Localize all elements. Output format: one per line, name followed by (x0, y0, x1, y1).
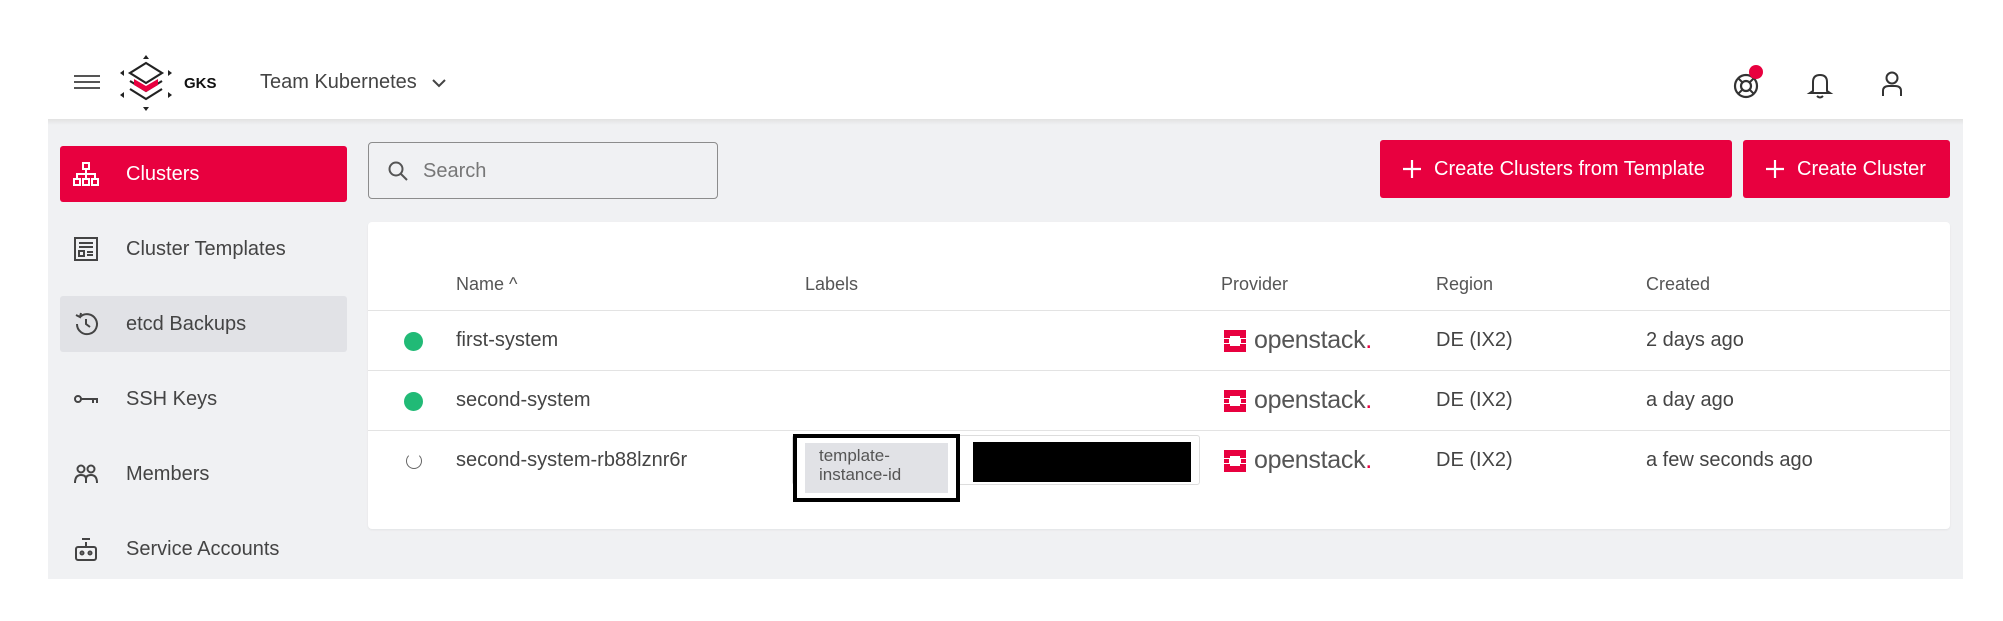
clusters-table: Name ^ Labels Provider Region Created fi… (368, 222, 1950, 529)
label-chip[interactable]: template-instance-id (793, 434, 960, 502)
table-row[interactable]: second-system-rb88lznr6r template-instan… (368, 430, 1950, 502)
chevron-down-icon (432, 78, 446, 87)
openstack-logo-icon (1224, 389, 1246, 412)
provider-openstack: openstack. (1222, 326, 1372, 355)
provider-name: openstack (1254, 326, 1366, 354)
sidebar-item-ssh-keys[interactable]: SSH Keys (60, 371, 347, 427)
sidebar-item-label: Cluster Templates (126, 237, 286, 260)
create-cluster-button[interactable]: Create Cluster (1743, 140, 1950, 198)
project-selector[interactable]: Team Kubernetes (260, 71, 447, 94)
plus-icon (1766, 160, 1784, 178)
template-icon (74, 237, 98, 261)
column-header-labels: Labels (805, 274, 859, 294)
project-name: Team Kubernetes (260, 71, 417, 93)
key-icon (74, 395, 98, 403)
sidebar-item-members[interactable]: Members (60, 446, 347, 502)
cluster-region: DE (IX2) (1436, 449, 1513, 471)
cluster-name: second-system-rb88lznr6r (456, 449, 688, 471)
notification-dot (1749, 65, 1763, 79)
history-icon (75, 312, 98, 336)
button-label: Create Clusters from Template (1434, 157, 1705, 180)
column-header-provider: Provider (1221, 274, 1289, 294)
provider-name: openstack (1254, 446, 1366, 474)
search-icon (388, 161, 408, 181)
header-actions (1731, 65, 1909, 101)
top-bar: GKS Team Kubernetes (48, 45, 1963, 121)
sidebar-item-label: Service Accounts (126, 537, 280, 560)
button-label: Create Cluster (1797, 157, 1926, 180)
provider-dot: . (1365, 446, 1372, 474)
cluster-name: second-system (456, 389, 591, 411)
openstack-logo-icon (1224, 449, 1246, 472)
column-header-created: Created (1646, 274, 1711, 294)
robot-icon (75, 538, 97, 561)
sidebar-item-label: Clusters (126, 162, 200, 185)
help-icon[interactable] (1731, 65, 1765, 101)
table-row[interactable]: first-system openstack. DE (IX2) 2 days … (368, 310, 1950, 370)
status-running-icon (404, 392, 423, 411)
sidebar-item-clusters[interactable]: Clusters (60, 146, 347, 202)
provider-dot: . (1365, 386, 1372, 414)
bell-icon[interactable] (1803, 67, 1837, 101)
provider-openstack: openstack. (1222, 386, 1372, 415)
search-input[interactable] (423, 157, 703, 185)
status-running-icon (404, 332, 423, 351)
column-header-name[interactable]: Name ^ (456, 274, 517, 295)
status-provisioning-icon (406, 453, 422, 469)
clusters-icon (73, 162, 99, 186)
labels-cell: template-instance-id (792, 434, 1200, 502)
label-text: template-instance-id (805, 443, 948, 493)
create-clusters-from-template-button[interactable]: Create Clusters from Template (1380, 140, 1732, 198)
sidebar-item-label: SSH Keys (126, 387, 218, 410)
openstack-logo-icon (1224, 329, 1246, 352)
brand-name: GKS (184, 75, 217, 92)
cluster-name: first-system (456, 329, 559, 351)
cluster-created: a few seconds ago (1646, 449, 1813, 471)
sidebar-item-cluster-templates[interactable]: Cluster Templates (60, 221, 347, 277)
sidebar-item-etcd-backups[interactable]: etcd Backups (60, 296, 347, 352)
sidebar-item-service-accounts[interactable]: Service Accounts (60, 521, 347, 577)
table-row[interactable]: second-system openstack. DE (IX2) a day … (368, 370, 1950, 430)
column-header-region: Region (1436, 274, 1494, 294)
members-icon (74, 464, 98, 484)
cluster-region: DE (IX2) (1436, 329, 1513, 351)
sidebar-item-label: Members (126, 462, 210, 485)
sidebar-item-label: etcd Backups (126, 312, 247, 335)
cluster-region: DE (IX2) (1436, 389, 1513, 411)
search-box[interactable] (368, 142, 718, 199)
provider-name: openstack (1254, 386, 1366, 414)
redacted-area (973, 442, 1191, 482)
gks-logo (120, 55, 172, 111)
provider-openstack: openstack. (1222, 446, 1372, 475)
menu-icon[interactable] (74, 71, 100, 93)
provider-dot: . (1365, 326, 1372, 354)
user-icon[interactable] (1875, 67, 1909, 101)
cluster-created: 2 days ago (1646, 329, 1744, 351)
cluster-created: a day ago (1646, 389, 1734, 411)
app-window: GKS Team Kubernetes Clusters Cluster Tem… (48, 0, 1963, 579)
plus-icon (1403, 160, 1421, 178)
sidebar: Clusters Cluster Templates etcd Backups … (60, 146, 347, 596)
